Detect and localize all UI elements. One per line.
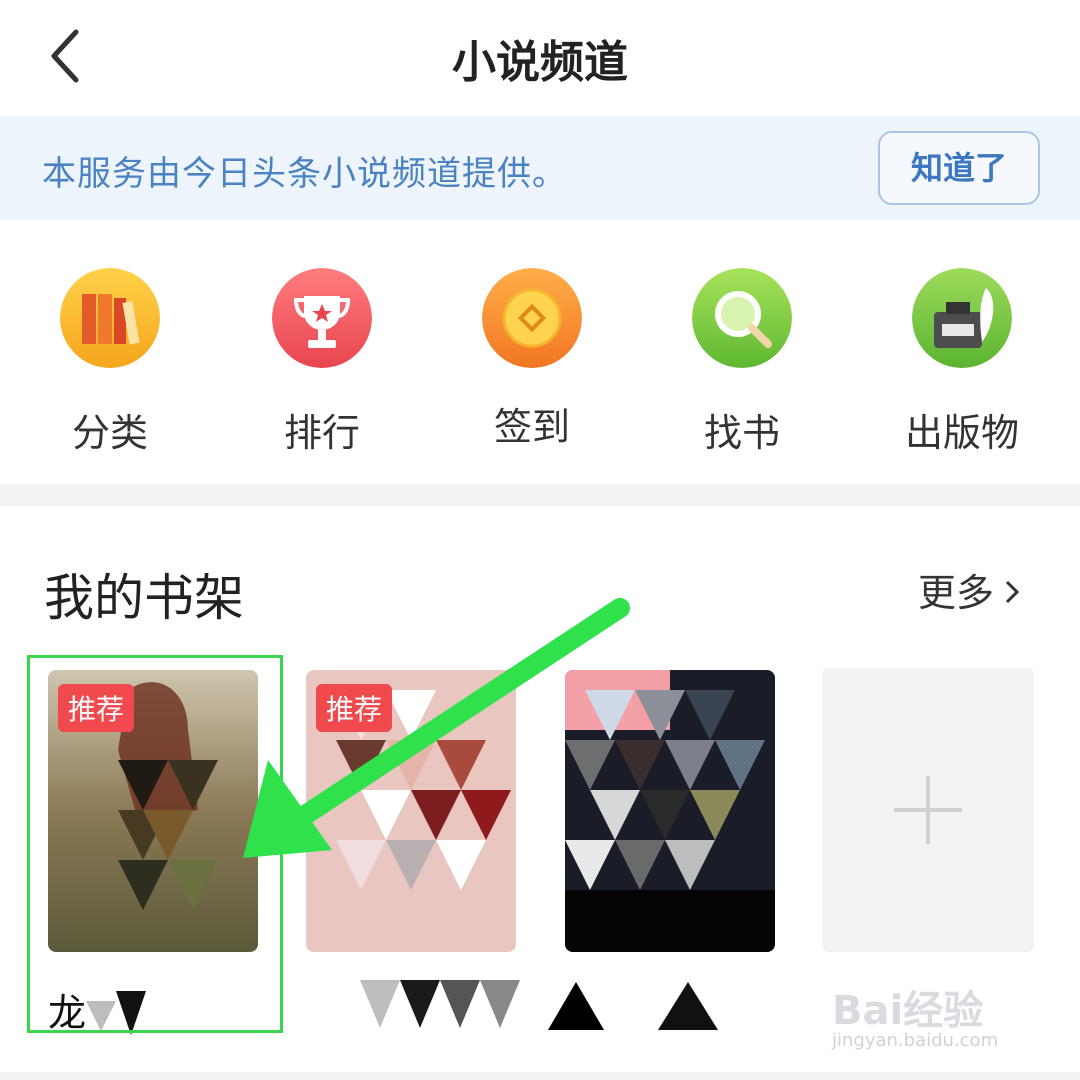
plus-icon-stroke [926, 776, 930, 844]
book-cover[interactable] [565, 670, 775, 952]
chevron-right-icon [1005, 580, 1020, 604]
quick-nav: 分类 排行 签到 找书 出版物 [0, 220, 1080, 484]
coin-icon [482, 268, 582, 368]
nav-item-category[interactable]: 分类 [10, 268, 210, 457]
trophy-icon [272, 268, 372, 368]
notice-text: 本服务由今日头条小说频道提供。 [42, 154, 567, 194]
nav-label: 出版物 [904, 411, 1019, 455]
obscured-text [548, 982, 718, 1030]
highlight-box [27, 655, 283, 1033]
nav-label: 排行 [283, 411, 360, 455]
nav-label: 分类 [71, 411, 148, 455]
add-book-button[interactable] [822, 668, 1034, 952]
baidu-watermark: Bai经验 jingyan.baidu.com [826, 960, 1046, 1060]
nav-item-ranking[interactable]: 排行 [222, 268, 422, 457]
watermark-text: Bai经验 [832, 988, 984, 1034]
section-divider [0, 484, 1080, 506]
nav-item-checkin[interactable]: 签到 [432, 268, 632, 451]
obscured-text [360, 980, 520, 1028]
magnifier-icon [692, 268, 792, 368]
ink-bottle-icon [912, 268, 1012, 368]
top-bar: 小说频道 [0, 0, 1080, 116]
bookshelf-title: 我的书架 [44, 569, 244, 627]
recommend-badge: 推荐 [316, 684, 393, 732]
nav-label: 找书 [703, 411, 780, 455]
book-cover[interactable]: 推荐 [306, 670, 516, 952]
bottom-divider [0, 1072, 1080, 1080]
nav-item-publications[interactable]: 出版物 [862, 268, 1062, 457]
more-label: 更多 [918, 571, 995, 615]
cover-image [565, 670, 775, 952]
more-link[interactable]: 更多 [918, 562, 1020, 617]
watermark-url: jingyan.baidu.com [832, 1030, 999, 1051]
page-title: 小说频道 [452, 37, 628, 88]
nav-label: 签到 [493, 405, 570, 449]
nav-item-find-book[interactable]: 找书 [642, 268, 842, 457]
dismiss-notice-button[interactable]: 知道了 [878, 131, 1040, 205]
books-icon [60, 268, 160, 368]
